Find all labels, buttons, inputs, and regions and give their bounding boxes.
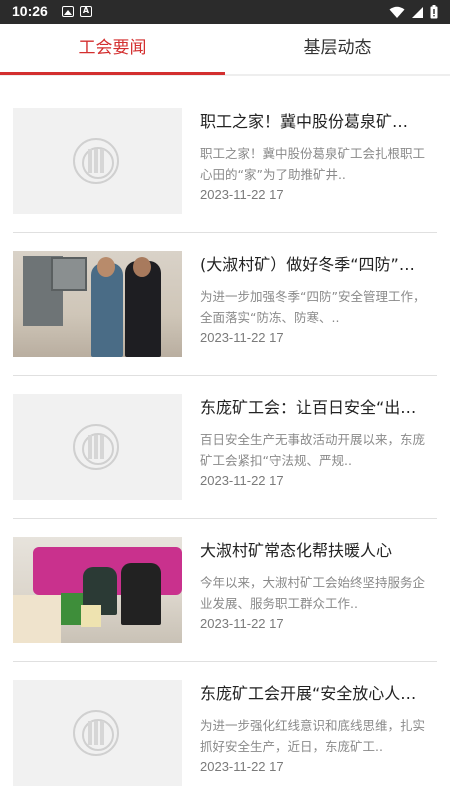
tab-grassroots-news[interactable]: 基层动态: [225, 24, 450, 74]
status-bar: 10:26 A: [0, 0, 450, 24]
a-notification-icon: A: [80, 6, 92, 17]
article-photo: [13, 251, 182, 357]
image-notification-icon: [62, 6, 74, 17]
article-date: 2023-11-22 17: [200, 616, 284, 631]
union-emblem-icon: [73, 710, 119, 756]
union-emblem-icon: [73, 138, 119, 184]
article-item[interactable]: 东庞矿工会：让百日安全“出… 百日安全生产无事故活动开展以来，东庞矿工会紧扣“守…: [13, 376, 437, 519]
article-date: 2023-11-22 17: [200, 330, 284, 345]
union-emblem-icon: [73, 424, 119, 470]
article-title: (大淑村矿）做好冬季“四防”…: [200, 255, 415, 274]
article-summary: 今年以来，大淑村矿工会始终坚持服务企业发展、服务职工群众工作..: [200, 575, 426, 611]
article-photo: [13, 537, 182, 643]
article-summary: 百日安全生产无事故活动开展以来，东庞矿工会紧扣“守法规、严规..: [200, 432, 426, 468]
article-date: 2023-11-22 17: [200, 473, 284, 488]
article-item[interactable]: 东庞矿工会开展“安全放心人… 为进一步强化红线意识和底线思维，扎实抓好安全生产，…: [13, 662, 437, 800]
article-title: 职工之家！冀中股份葛泉矿…: [200, 112, 409, 131]
article-summary: 职工之家！冀中股份葛泉矿工会扎根职工心田的“家”为了助推矿井..: [200, 146, 426, 182]
tab-bar: 工会要闻 基层动态: [0, 24, 450, 76]
article-summary: 为进一步加强冬季“四防”安全管理工作，全面落实“防冻、防寒、..: [200, 289, 426, 325]
battery-icon: [430, 5, 438, 19]
wifi-icon: [389, 6, 405, 18]
article-title: 大淑村矿常态化帮扶暖人心: [200, 541, 393, 560]
cell-signal-icon: [412, 6, 423, 18]
status-time: 10:26: [12, 3, 48, 19]
article-date: 2023-11-22 17: [200, 187, 284, 202]
article-title: 东庞矿工会开展“安全放心人…: [200, 684, 417, 703]
article-item[interactable]: 大淑村矿常态化帮扶暖人心 今年以来，大淑村矿工会始终坚持服务企业发展、服务职工群…: [13, 519, 437, 662]
tab-union-news[interactable]: 工会要闻: [0, 24, 225, 74]
article-item[interactable]: (大淑村矿）做好冬季“四防”… 为进一步加强冬季“四防”安全管理工作，全面落实“…: [13, 233, 437, 376]
article-thumbnail-placeholder: [13, 108, 182, 214]
article-item[interactable]: 职工之家！冀中股份葛泉矿… 职工之家！冀中股份葛泉矿工会扎根职工心田的“家”为了…: [13, 90, 437, 233]
article-thumbnail-placeholder: [13, 680, 182, 786]
article-date: 2023-11-22 17: [200, 759, 284, 774]
article-title: 东庞矿工会：让百日安全“出…: [200, 398, 417, 417]
active-tab-indicator: [0, 72, 225, 75]
article-thumbnail-placeholder: [13, 394, 182, 500]
article-summary: 为进一步强化红线意识和底线思维，扎实抓好安全生产，近日，东庞矿工..: [200, 718, 426, 754]
